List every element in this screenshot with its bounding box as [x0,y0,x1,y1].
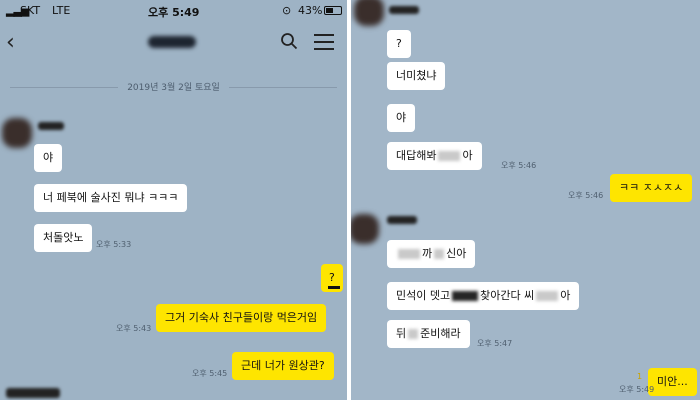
avatar [2,118,32,148]
message-time: 오후 5:46 [501,161,537,170]
chat-header: ‹ [0,22,347,64]
chat-screen-left: ▂▃▅ SKT LTE 오후 5:49 ⊙ 43% ‹ 2019년 3월 2일 … [0,0,347,400]
sender-name-redacted [38,122,64,130]
message-bubble: 민석이 뎃고 찾아간다 씨 아 [387,282,580,310]
message-text: 뒤 [396,327,407,340]
redacted-text [408,329,419,339]
my-message-bubble: 근데 너가 원상관? [232,352,334,380]
redacted-text [536,291,559,301]
lock-rotation-icon: ⊙ [282,4,292,17]
redaction-mark [328,286,340,289]
battery-percent: 43% [298,4,323,17]
back-arrow-icon[interactable]: ‹ [6,30,15,55]
carrier-label: SKT [20,4,41,17]
sender-name-redacted [387,216,417,224]
message-text: 아 [560,289,571,302]
network-label: LTE [52,4,71,17]
chat-screen-right: ? 너미쳤냐 야 대답해봐 아 오후 5:46 ㅋㅋ ㅈㅅㅈㅅ 오후 5:46 까… [351,0,700,400]
my-message-bubble: 미안... [648,368,697,396]
message-bubble: 너미쳤냐 [387,62,446,90]
avatar [354,0,384,26]
redacted-text [434,249,445,259]
message-bubble: 까 신아 [387,240,476,268]
menu-icon[interactable] [314,34,334,50]
search-icon[interactable] [280,32,298,50]
message-time: 오후 5:49 [619,385,655,394]
redacted-text [398,249,420,259]
message-text: 신아 [446,247,467,260]
message-bubble: 야 [387,104,416,132]
screenshot-collage: ▂▃▅ SKT LTE 오후 5:49 ⊙ 43% ‹ 2019년 3월 2일 … [0,0,700,400]
my-message-bubble: 그거 기숙사 친구들이랑 먹은거임 [156,304,327,332]
message-bubble: 처돌앗노 [34,224,93,252]
redacted-text [452,291,479,301]
message-text: 아 [462,149,473,162]
message-time: 오후 5:43 [116,324,152,333]
message-text: 민석이 뎃고 [396,289,451,302]
battery-icon [324,6,342,15]
message-text: 대답해봐 [396,149,437,162]
sender-name-redacted [389,6,419,14]
message-time: 오후 5:47 [477,339,513,348]
message-text: 찾아간다 씨 [480,289,535,302]
sender-name-redacted [6,388,60,398]
chat-title-redacted [148,36,196,48]
message-time: 오후 5:33 [96,240,132,249]
redacted-text [438,151,461,161]
message-bubble: 뒤 준비해라 [387,320,470,348]
my-message-bubble: ㅋㅋ ㅈㅅㅈㅅ [610,174,693,202]
message-bubble: 너 페북에 술사진 뭐냐 ㅋㅋㅋ [34,184,188,212]
message-bubble: 대답해봐 아 [387,142,482,170]
message-time: 오후 5:45 [192,369,228,378]
message-text: 까 [422,247,433,260]
date-separator: 2019년 3월 2일 토요일 [0,80,347,94]
unread-count: 1 [637,372,643,381]
status-time: 오후 5:49 [148,6,200,19]
message-text: 준비해라 [420,327,461,340]
message-bubble: 야 [34,144,63,172]
message-time: 오후 5:46 [568,191,604,200]
status-bar: ▂▃▅ SKT LTE 오후 5:49 ⊙ 43% [0,0,347,22]
message-bubble: ? [387,30,411,58]
avatar [351,214,379,244]
